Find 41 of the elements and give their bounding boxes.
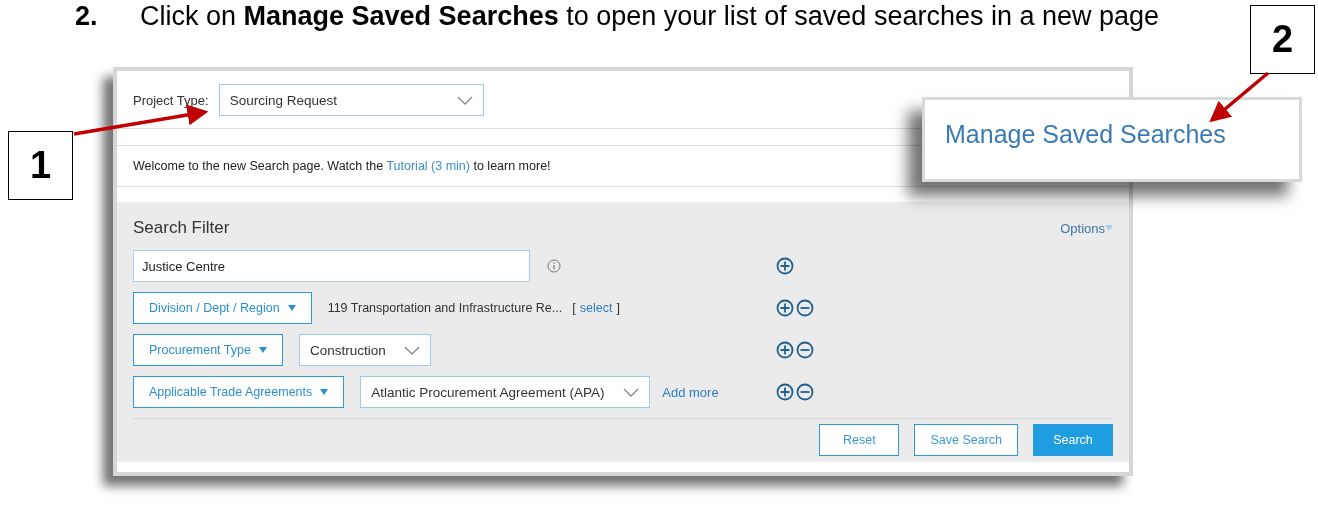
value-dropdown[interactable]: Atlantic Procurement Agreement (APA) [360,376,651,408]
tutorial-link[interactable]: Tutorial (3 min) [386,159,470,173]
info-icon[interactable] [547,259,561,273]
project-type-dropdown[interactable]: Sourcing Request [218,84,484,116]
welcome-message: Welcome to the new Search page. Watch the Tutorial (3 min) to learn more! [133,159,551,173]
add-icon[interactable] [776,341,794,359]
options-link[interactable]: Options [1060,220,1113,236]
action-button[interactable]: Reset [819,424,900,456]
value-dropdown[interactable]: Construction [298,334,431,366]
step-number: 2. [75,0,99,32]
selected-value: 119 Transportation and Infrastructure Re... [327,301,563,315]
caret-icon [320,389,329,395]
add-more-link[interactable]: Add more [662,384,719,400]
chevron-down-icon [403,345,420,355]
manage-saved-searches-link[interactable]: Manage Saved Searches [945,120,1226,149]
caret-icon [258,347,267,353]
caret-icon [287,305,296,311]
project-type-label: Project Type: [133,92,209,108]
add-icon[interactable] [776,383,794,401]
bracket: [ [572,301,576,315]
filter-field-button[interactable]: Division / Dept / Region [133,292,312,324]
remove-icon[interactable] [796,299,814,317]
bracket: ] [616,301,620,315]
instruction-text: Click on Manage Saved Searches to open your list of saved searches in a new page [140,0,1160,32]
remove-icon[interactable] [796,341,814,359]
add-icon[interactable] [776,257,794,275]
search-button[interactable]: Search [1033,424,1113,456]
remove-icon[interactable] [796,383,814,401]
callout-number: 2 [1250,5,1315,74]
caret-icon [1105,225,1113,231]
pointer-arrow [1209,71,1270,123]
filter-field-button[interactable]: Applicable Trade Agreements [133,376,345,408]
filter-field-button[interactable]: Procurement Type [133,334,283,366]
select-link[interactable]: select [579,301,613,315]
add-icon[interactable] [776,299,794,317]
chevron-down-icon [456,95,473,105]
filter-title: Search Filter [133,218,230,238]
chevron-down-icon [623,387,640,397]
keyword-field[interactable]: Justice Centre [133,250,530,282]
action-button[interactable]: Save Search [914,424,1018,456]
callout-number: 1 [8,131,73,200]
